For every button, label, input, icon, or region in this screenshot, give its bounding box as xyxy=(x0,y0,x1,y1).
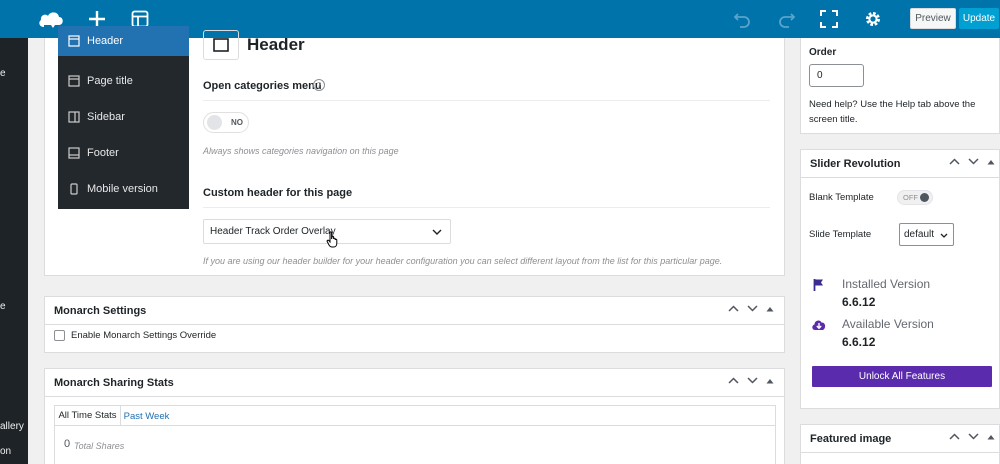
nav-item-label: Mobile version xyxy=(87,183,158,195)
order-label: Order xyxy=(809,47,837,58)
divider xyxy=(203,100,770,101)
window-icon xyxy=(68,35,80,47)
panel-controls xyxy=(949,158,995,165)
monarch-override-checkbox[interactable] xyxy=(54,330,65,341)
divider xyxy=(203,207,770,208)
panel-controls xyxy=(728,377,774,384)
nav-item-label: Sidebar xyxy=(87,111,125,123)
open-categories-label: Open categories menu xyxy=(203,80,322,92)
mobile-icon xyxy=(70,183,78,195)
order-input[interactable]: 0 xyxy=(809,64,864,87)
stats-container: All Time Stats Past Week 0 Total Shares xyxy=(54,405,776,464)
toggle-panel-icon[interactable] xyxy=(987,434,995,440)
blank-template-toggle[interactable]: OFF xyxy=(897,190,933,205)
slide-template-label: Slide Template xyxy=(809,229,872,240)
tab-past-week[interactable]: Past Week xyxy=(121,406,172,426)
nav-item-header[interactable]: Header xyxy=(58,26,189,56)
toggle-panel-icon[interactable] xyxy=(766,378,774,384)
custom-header-value: Header Track Order Overlay xyxy=(210,226,336,237)
monarch-sharing-stats-panel: Monarch Sharing Stats All Time Stats Pas… xyxy=(44,368,785,464)
total-shares-label: Total Shares xyxy=(74,441,125,451)
slide-template-value: default xyxy=(904,229,935,240)
monarch-override-label: Enable Monarch Settings Override xyxy=(71,330,217,341)
header-section-title: Header xyxy=(247,35,305,54)
chevron-up-icon[interactable] xyxy=(728,377,739,384)
redo-icon[interactable] xyxy=(776,7,798,31)
panel-title: Monarch Settings xyxy=(45,297,784,325)
admin-menu-item[interactable]: allery xyxy=(0,421,24,432)
toggle-value: NO xyxy=(231,118,243,127)
nav-item-sidebar[interactable]: Sidebar xyxy=(58,102,189,132)
fullscreen-icon[interactable] xyxy=(818,7,840,31)
chevron-down-icon xyxy=(940,233,948,238)
admin-menu-item[interactable]: e xyxy=(0,301,6,312)
chevron-up-icon[interactable] xyxy=(949,158,960,165)
admin-menu-item[interactable]: e xyxy=(0,68,6,79)
available-version-value: 6.6.12 xyxy=(842,335,876,349)
toggle-panel-icon[interactable] xyxy=(987,159,995,165)
toggle-knob xyxy=(920,193,929,202)
help-text: Need help? Use the Help tab above the sc… xyxy=(809,99,976,125)
preview-button[interactable]: Preview xyxy=(910,8,956,29)
featured-image-panel: Featured image xyxy=(800,424,1000,464)
panel-title: Monarch Sharing Stats xyxy=(45,369,784,397)
undo-icon[interactable] xyxy=(731,7,753,31)
footer-icon xyxy=(68,147,80,159)
nav-item-label: Header xyxy=(87,35,124,47)
available-version-label: Available Version xyxy=(842,317,934,331)
chevron-up-icon[interactable] xyxy=(949,433,960,440)
tab-divider xyxy=(55,425,775,426)
toggle-knob xyxy=(207,115,222,130)
open-categories-toggle[interactable]: NO xyxy=(203,112,249,133)
cloud-download-icon xyxy=(812,320,826,330)
installed-version-label: Installed Version xyxy=(842,277,931,291)
custom-header-label: Custom header for this page xyxy=(203,187,353,199)
blank-template-label: Blank Template xyxy=(809,192,874,203)
slide-template-select[interactable]: default xyxy=(899,223,954,246)
nav-item-page-title[interactable]: Page title xyxy=(58,66,189,96)
admin-sidebar: e e allery on xyxy=(0,0,28,464)
installed-version-value: 6.6.12 xyxy=(842,295,876,309)
nav-item-footer[interactable]: Footer xyxy=(58,138,189,168)
chevron-down-icon[interactable] xyxy=(747,305,758,312)
chevron-down-icon[interactable] xyxy=(968,158,979,165)
total-shares-count: 0 xyxy=(64,438,71,450)
unlock-all-features-button[interactable]: Unlock All Features xyxy=(812,366,992,387)
toggle-value: OFF xyxy=(903,193,918,202)
chevron-down-icon[interactable] xyxy=(747,377,758,384)
window-icon xyxy=(68,75,80,87)
nav-item-label: Footer xyxy=(87,147,119,159)
toggle-help-text: Always shows categories navigation on th… xyxy=(203,146,399,156)
admin-menu-item[interactable]: on xyxy=(0,446,11,457)
tab-all-time-stats[interactable]: All Time Stats xyxy=(55,406,121,426)
panel-controls xyxy=(949,433,995,440)
chevron-down-icon xyxy=(432,229,442,235)
window-icon xyxy=(213,38,229,52)
custom-header-help-text: If you are using our header builder for … xyxy=(203,256,723,266)
monarch-settings-panel: Monarch Settings Enable Monarch Settings… xyxy=(44,296,785,353)
hand-cursor-icon xyxy=(326,231,338,248)
header-section-icon xyxy=(203,30,239,60)
chevron-up-icon[interactable] xyxy=(728,305,739,312)
chevron-down-icon[interactable] xyxy=(968,433,979,440)
help-icon[interactable]: ? xyxy=(313,79,325,91)
flag-icon xyxy=(813,279,823,291)
update-button[interactable]: Update xyxy=(959,8,999,29)
nav-item-mobile-version[interactable]: Mobile version xyxy=(58,174,189,204)
page-attributes-panel: Order 0 Need help? Use the Help tab abov… xyxy=(800,38,1000,134)
sidebar-icon xyxy=(68,111,80,123)
gear-icon[interactable] xyxy=(862,7,884,31)
panel-controls xyxy=(728,305,774,312)
nav-item-label: Page title xyxy=(87,75,133,87)
toggle-panel-icon[interactable] xyxy=(766,306,774,312)
header-options-nav: Header Page title Sidebar Footer Mobile … xyxy=(58,26,189,209)
